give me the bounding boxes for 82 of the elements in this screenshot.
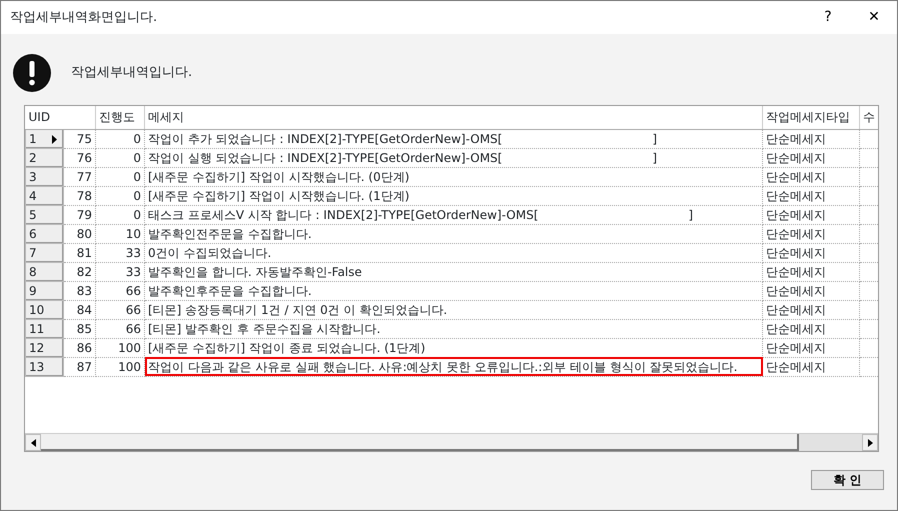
row-number: 3: [29, 170, 37, 184]
row-number: 11: [29, 322, 44, 336]
table-cell: 태스크 프로세스V 시작 합니다 : INDEX[2]-TYPE[GetOrderNew]-OMS[ ]: [144, 205, 762, 224]
table-cell: 단순메세지: [762, 338, 860, 357]
table-cell: 작업이 다음과 같은 사유로 실패 했습니다. 사유:예상치 못한 오류입니다.:외부 테이블 형식이 잘못되었습니다.: [144, 357, 762, 376]
table-cell: 86: [64, 338, 96, 357]
column-header: 작업메세지타입: [762, 106, 860, 129]
current-row-icon: [52, 134, 57, 144]
table-cell: 87: [64, 357, 96, 376]
table-cell: 단순메세지: [762, 300, 860, 319]
left-arrow-icon: [30, 438, 36, 446]
table-cell: 77: [64, 167, 96, 186]
table-cell: [티몬] 송장등록대기 1건 / 지연 0건 이 확인되었습니다.: [144, 300, 762, 319]
table-cell: 단순메세지: [762, 205, 860, 224]
table-cell: 0: [96, 186, 144, 205]
table-cell: 발주확인후주문을 수집합니다.: [144, 281, 762, 300]
right-arrow-icon: [868, 438, 872, 446]
table-cell: [새주문 수집하기] 작업이 시작했습니다. (1단계): [144, 186, 762, 205]
table-cell: 81: [64, 243, 96, 262]
help-button[interactable]: ?: [805, 1, 851, 34]
table-cell: 단순메세지: [762, 148, 860, 167]
table-cell: 83: [64, 281, 96, 300]
column-header: UID: [26, 106, 96, 129]
row-number: 12: [29, 340, 44, 354]
table-cell: 76: [64, 148, 96, 167]
ok-button[interactable]: 확 인: [811, 470, 884, 490]
table-cell: 0: [96, 167, 144, 186]
table-cell: 66: [96, 300, 144, 319]
table-cell: 80: [64, 224, 96, 243]
column-header: 수: [860, 106, 878, 129]
table-cell: 작업이 추가 되었습니다 : INDEX[2]-TYPE[GetOrderNew]-OMS[ ]: [144, 129, 762, 148]
table-cell: 82: [64, 262, 96, 281]
table-cell: 0: [96, 148, 144, 167]
table-cell: 단순메세지: [762, 167, 860, 186]
row-number: 2: [29, 150, 37, 164]
table-cell: 발주확인을 합니다. 자동발주확인-False: [144, 262, 762, 281]
table-cell: 0: [96, 205, 144, 224]
table-cell: 단순메세지: [762, 243, 860, 262]
row-number: 7: [29, 246, 37, 260]
table-cell: 0건이 수집되었습니다.: [144, 243, 762, 262]
table-cell: [티몬] 발주확인 후 주문수집을 시작합니다.: [144, 319, 762, 338]
table-cell: 33: [96, 262, 144, 281]
row-number: 4: [29, 188, 37, 202]
scroll-right-button[interactable]: [862, 434, 878, 451]
table-cell: [새주문 수집하기] 작업이 종료 되었습니다. (1단계): [144, 338, 762, 357]
table-cell: 66: [96, 319, 144, 338]
table-cell: 단순메세지: [762, 262, 860, 281]
table-cell: [새주문 수집하기] 작업이 시작했습니다. (0단계): [144, 167, 762, 186]
table-cell: 발주확인전주문을 수집합니다.: [144, 224, 762, 243]
table-cell: 단순메세지: [762, 129, 860, 148]
scroll-left-button[interactable]: [25, 434, 41, 451]
row-number: 8: [29, 264, 37, 278]
window-title: 작업세부내역화면입니다.: [10, 8, 158, 27]
table-cell: 단순메세지: [762, 224, 860, 243]
row-number: 5: [29, 208, 37, 222]
row-number: 9: [29, 284, 37, 298]
column-header: 메세지: [144, 106, 762, 129]
row-number: 1: [29, 132, 37, 146]
row-number: 13: [29, 360, 44, 374]
close-button[interactable]: ✕: [851, 1, 897, 34]
table-cell: 33: [96, 243, 144, 262]
table-cell: 0: [96, 129, 144, 148]
table-cell: 100: [96, 357, 144, 376]
table-cell: 단순메세지: [762, 281, 860, 300]
table-cell: 단순메세지: [762, 319, 860, 338]
table-cell: 66: [96, 281, 144, 300]
row-number: 6: [29, 226, 37, 240]
table-cell: 단순메세지: [762, 186, 860, 205]
table-cell: 78: [64, 186, 96, 205]
table-cell: 75: [64, 129, 96, 148]
column-header: 진행도: [96, 106, 144, 129]
table-cell: 100: [96, 338, 144, 357]
table-cell: 84: [64, 300, 96, 319]
table-cell: 단순메세지: [762, 357, 860, 376]
table-cell: 85: [64, 319, 96, 338]
table-cell: 10: [96, 224, 144, 243]
exclamation-icon: [13, 54, 51, 92]
table-cell: 작업이 실행 되었습니다 : INDEX[2]-TYPE[GetOrderNew]-OMS[ ]: [144, 148, 762, 167]
row-number: 10: [29, 302, 44, 316]
scrollbar-thumb[interactable]: [41, 434, 799, 451]
table-cell: 79: [64, 205, 96, 224]
info-message: 작업세부내역입니다.: [71, 64, 192, 82]
